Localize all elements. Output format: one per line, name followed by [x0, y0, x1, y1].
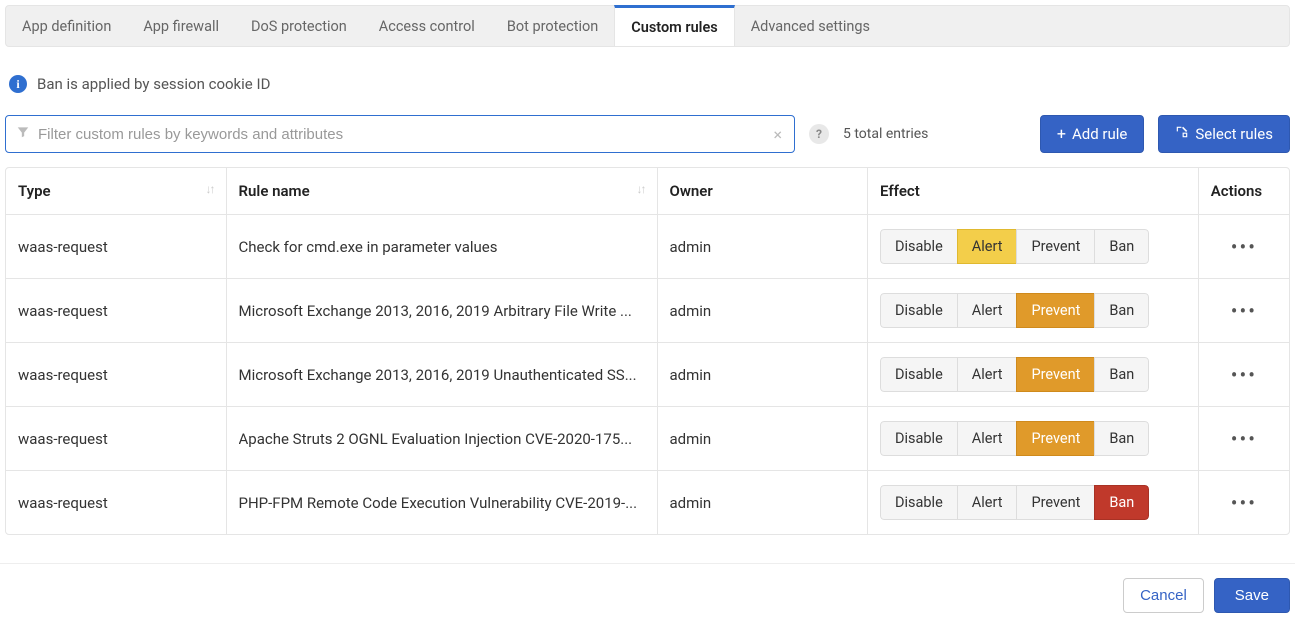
col-header-actions: Actions: [1199, 168, 1289, 215]
effect-alert-button[interactable]: Alert: [957, 421, 1018, 456]
cell-actions: •••: [1199, 343, 1289, 407]
effect-prevent-button[interactable]: Prevent: [1016, 293, 1095, 328]
info-icon: i: [9, 75, 27, 93]
table-row: waas-requestCheck for cmd.exe in paramet…: [6, 215, 1289, 279]
cell-actions: •••: [1199, 279, 1289, 343]
footer-bar: Cancel Save: [0, 563, 1295, 627]
more-actions-icon[interactable]: •••: [1211, 491, 1277, 515]
plus-icon: +: [1057, 126, 1066, 142]
effect-disable-button[interactable]: Disable: [880, 293, 958, 328]
cell-owner: admin: [658, 471, 868, 534]
filter-icon: [16, 125, 30, 143]
cell-actions: •••: [1199, 407, 1289, 471]
cancel-button[interactable]: Cancel: [1123, 578, 1204, 613]
effect-alert-button[interactable]: Alert: [957, 229, 1018, 264]
effect-ban-button[interactable]: Ban: [1094, 229, 1149, 264]
effect-ban-button[interactable]: Ban: [1094, 485, 1149, 520]
effect-prevent-button[interactable]: Prevent: [1016, 485, 1095, 520]
cell-type: waas-request: [6, 407, 227, 471]
effect-prevent-button[interactable]: Prevent: [1016, 229, 1095, 264]
effect-ban-button[interactable]: Ban: [1094, 421, 1149, 456]
more-actions-icon[interactable]: •••: [1211, 363, 1277, 387]
search-input[interactable]: [38, 126, 771, 143]
col-header-effect: Effect: [868, 168, 1199, 215]
cell-effect: DisableAlertPreventBan: [868, 215, 1199, 279]
cell-effect: DisableAlertPreventBan: [868, 279, 1199, 343]
col-header-rule-name[interactable]: Rule name ↓↑: [227, 168, 658, 215]
tab-app-definition[interactable]: App definition: [6, 6, 127, 46]
col-header-type[interactable]: Type ↓↑: [6, 168, 227, 215]
rules-table: Type ↓↑ Rule name ↓↑ Owner Effect Action…: [5, 167, 1290, 535]
total-entries: 5 total entries: [843, 126, 928, 142]
effect-disable-button[interactable]: Disable: [880, 357, 958, 392]
effect-alert-button[interactable]: Alert: [957, 357, 1018, 392]
cell-actions: •••: [1199, 471, 1289, 534]
effect-disable-button[interactable]: Disable: [880, 421, 958, 456]
select-icon: [1175, 125, 1189, 143]
table-row: waas-requestApache Struts 2 OGNL Evaluat…: [6, 407, 1289, 471]
cell-type: waas-request: [6, 343, 227, 407]
cell-owner: admin: [658, 215, 868, 279]
clear-search-icon[interactable]: ×: [771, 125, 784, 144]
search-box[interactable]: ×: [5, 115, 795, 153]
more-actions-icon[interactable]: •••: [1211, 427, 1277, 451]
cell-owner: admin: [658, 343, 868, 407]
save-button[interactable]: Save: [1214, 578, 1290, 613]
effect-ban-button[interactable]: Ban: [1094, 293, 1149, 328]
cell-effect: DisableAlertPreventBan: [868, 471, 1199, 534]
sort-icon: ↓↑: [637, 182, 645, 196]
select-rules-button[interactable]: Select rules: [1158, 115, 1290, 153]
effect-disable-button[interactable]: Disable: [880, 485, 958, 520]
info-message: Ban is applied by session cookie ID: [37, 75, 270, 93]
cell-actions: •••: [1199, 215, 1289, 279]
cell-effect: DisableAlertPreventBan: [868, 343, 1199, 407]
toolbar: × ? 5 total entries + Add rule Select ru…: [5, 115, 1290, 153]
tab-dos-protection[interactable]: DoS protection: [235, 6, 363, 46]
effect-alert-button[interactable]: Alert: [957, 293, 1018, 328]
effect-disable-button[interactable]: Disable: [880, 229, 958, 264]
cell-type: waas-request: [6, 279, 227, 343]
cell-rule-name: PHP-FPM Remote Code Execution Vulnerabil…: [227, 471, 658, 534]
table-row: waas-requestPHP-FPM Remote Code Executio…: [6, 471, 1289, 534]
tabs-bar: App definitionApp firewallDoS protection…: [5, 5, 1290, 47]
cell-owner: admin: [658, 407, 868, 471]
cell-effect: DisableAlertPreventBan: [868, 407, 1199, 471]
cell-owner: admin: [658, 279, 868, 343]
add-rule-button[interactable]: + Add rule: [1040, 115, 1144, 153]
cell-type: waas-request: [6, 471, 227, 534]
help-icon[interactable]: ?: [809, 124, 829, 144]
cell-rule-name: Microsoft Exchange 2013, 2016, 2019 Arbi…: [227, 279, 658, 343]
tab-access-control[interactable]: Access control: [363, 6, 491, 46]
effect-ban-button[interactable]: Ban: [1094, 357, 1149, 392]
tab-custom-rules[interactable]: Custom rules: [614, 5, 734, 46]
info-bar: i Ban is applied by session cookie ID: [5, 65, 1290, 115]
cell-rule-name: Microsoft Exchange 2013, 2016, 2019 Unau…: [227, 343, 658, 407]
cell-rule-name: Check for cmd.exe in parameter values: [227, 215, 658, 279]
sort-icon: ↓↑: [206, 182, 214, 196]
effect-alert-button[interactable]: Alert: [957, 485, 1018, 520]
tab-advanced-settings[interactable]: Advanced settings: [735, 6, 886, 46]
more-actions-icon[interactable]: •••: [1211, 299, 1277, 323]
table-row: waas-requestMicrosoft Exchange 2013, 201…: [6, 343, 1289, 407]
cell-type: waas-request: [6, 215, 227, 279]
effect-prevent-button[interactable]: Prevent: [1016, 421, 1095, 456]
table-row: waas-requestMicrosoft Exchange 2013, 201…: [6, 279, 1289, 343]
more-actions-icon[interactable]: •••: [1211, 235, 1277, 259]
cell-rule-name: Apache Struts 2 OGNL Evaluation Injectio…: [227, 407, 658, 471]
effect-prevent-button[interactable]: Prevent: [1016, 357, 1095, 392]
tab-bot-protection[interactable]: Bot protection: [491, 6, 614, 46]
col-header-owner[interactable]: Owner: [658, 168, 868, 215]
tab-app-firewall[interactable]: App firewall: [127, 6, 235, 46]
